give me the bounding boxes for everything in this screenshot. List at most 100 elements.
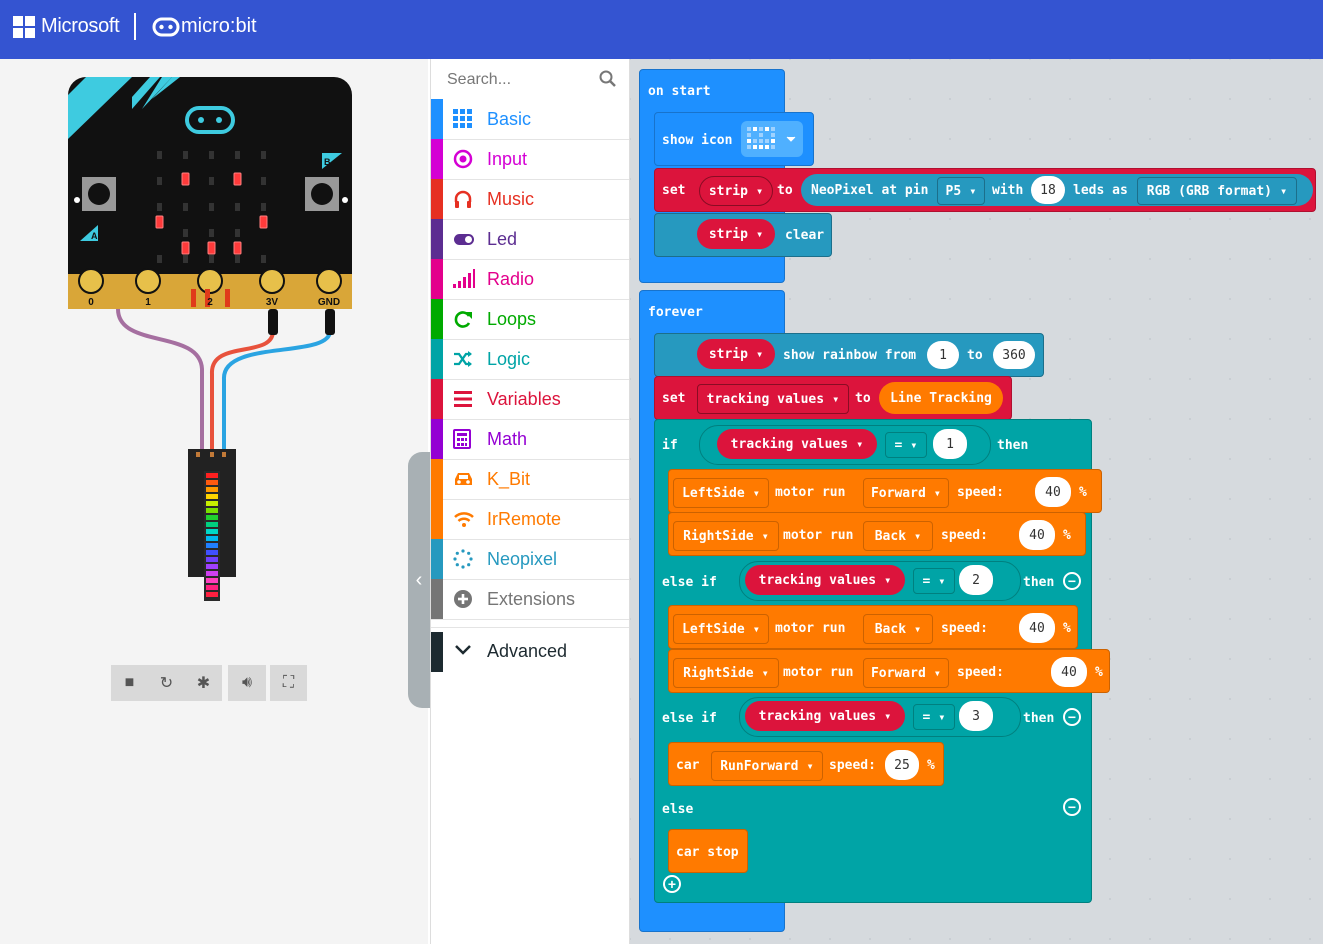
- direction-dropdown[interactable]: Back: [863, 521, 933, 551]
- speed-input[interactable]: 40: [1051, 657, 1087, 687]
- pin-dropdown[interactable]: P5: [937, 177, 985, 205]
- compare-value-input[interactable]: 2: [959, 565, 993, 595]
- motor-side-dropdown[interactable]: RightSide: [673, 521, 779, 551]
- tracking-variable[interactable]: tracking values: [717, 429, 877, 459]
- category-loops[interactable]: Loops: [431, 299, 629, 340]
- clear-label: clear: [785, 228, 825, 243]
- category-logic[interactable]: Logic: [431, 339, 629, 380]
- rainbow-to-input[interactable]: 360: [993, 341, 1035, 369]
- speed-input[interactable]: 40: [1019, 613, 1055, 643]
- neopixel-led: [206, 571, 218, 576]
- speed-input[interactable]: 40: [1019, 520, 1055, 550]
- category-variables[interactable]: Variables: [431, 379, 629, 420]
- category-radio[interactable]: Radio: [431, 259, 629, 300]
- collapse-simulator-button[interactable]: ‹: [408, 452, 430, 708]
- rainbow-from-input[interactable]: 1: [927, 341, 959, 369]
- line-tracking-block[interactable]: Line Tracking: [879, 382, 1003, 414]
- motor-run-block[interactable]: LeftSide motor run Back speed: 40 %: [668, 605, 1078, 649]
- operator-dropdown[interactable]: =: [885, 432, 927, 458]
- remove-else-button[interactable]: −: [1063, 798, 1081, 816]
- show-icon-block[interactable]: show icon: [654, 112, 814, 166]
- search-icon[interactable]: [599, 70, 617, 88]
- strip-clear-block[interactable]: strip clear: [654, 213, 832, 257]
- category-color-bar: [431, 99, 443, 139]
- direction-dropdown[interactable]: Back: [863, 614, 933, 644]
- neopixel-led: [206, 529, 218, 534]
- motor-side-dropdown[interactable]: LeftSide: [673, 614, 769, 644]
- category-label: Math: [487, 429, 528, 449]
- strip-variable-dropdown[interactable]: strip: [697, 339, 775, 369]
- icon-picker[interactable]: [741, 121, 803, 157]
- stop-button[interactable]: ■: [111, 665, 148, 701]
- strip-variable-dropdown[interactable]: strip: [697, 219, 775, 249]
- operator-dropdown[interactable]: =: [913, 568, 955, 594]
- remove-branch-button[interactable]: −: [1063, 572, 1081, 590]
- microbit-board[interactable]: A B 0 1 2 3V GND: [60, 69, 360, 609]
- category-color-bar: [431, 459, 443, 499]
- strip-variable-dropdown[interactable]: strip: [699, 176, 773, 206]
- motor-run-block[interactable]: RightSide motor run Forward speed: 40 %: [668, 649, 1110, 693]
- microsoft-brand[interactable]: Microsoft: [41, 15, 120, 38]
- car-run-block[interactable]: car RunForward speed: 25 %: [668, 742, 944, 786]
- car-stop-block[interactable]: car stop: [668, 829, 748, 873]
- microsoft-logo-icon: [13, 16, 36, 39]
- motor-run-block[interactable]: LeftSide motor run Forward speed: 40 %: [668, 469, 1102, 513]
- show-rainbow-block[interactable]: strip show rainbow from 1 to 360: [654, 333, 1044, 377]
- blocks-workspace[interactable]: on start show icon set strip to NeoPixel…: [629, 59, 1323, 944]
- remove-branch-button[interactable]: −: [1063, 708, 1081, 726]
- pin-label: 3V: [266, 297, 279, 308]
- fullscreen-button[interactable]: ⛶: [270, 665, 307, 701]
- motor-run-block[interactable]: RightSide motor run Back speed: 40 %: [668, 512, 1086, 556]
- mute-button[interactable]: 🔊︎: [228, 665, 266, 701]
- speed-label: speed:: [957, 485, 1004, 500]
- tracking-variable[interactable]: tracking values: [745, 701, 905, 731]
- restart-button[interactable]: ↻: [148, 665, 185, 701]
- advanced-category[interactable]: Advanced: [431, 627, 629, 672]
- tracking-variable-dropdown[interactable]: tracking values: [697, 384, 849, 414]
- category-extensions[interactable]: Extensions: [431, 579, 629, 620]
- compare-value-input[interactable]: 1: [933, 429, 967, 459]
- category-irremote[interactable]: IrRemote: [431, 499, 629, 540]
- category-basic[interactable]: Basic: [431, 99, 629, 140]
- category-led[interactable]: Led: [431, 219, 629, 260]
- set-strip-block[interactable]: set strip to NeoPixel at pin P5 with 18 …: [654, 168, 1316, 212]
- format-dropdown[interactable]: RGB (GRB format): [1137, 177, 1297, 205]
- operator-dropdown[interactable]: =: [913, 704, 955, 730]
- restart-icon: ↻: [159, 675, 174, 692]
- dotted-circle-icon: [453, 549, 473, 569]
- neopixel-led: [206, 522, 218, 527]
- set-tracking-block[interactable]: set tracking values to Line Tracking: [654, 376, 1012, 420]
- debug-button[interactable]: ✱: [185, 665, 222, 701]
- direction-dropdown[interactable]: Forward: [863, 478, 949, 508]
- motor-run-label: motor run: [775, 485, 846, 500]
- category-math[interactable]: Math: [431, 419, 629, 460]
- leds-as-label: leds as: [1073, 183, 1128, 198]
- category-input[interactable]: Input: [431, 139, 629, 180]
- category-neopixel[interactable]: Neopixel: [431, 539, 629, 580]
- motor-side-dropdown[interactable]: RightSide: [673, 658, 779, 688]
- direction-dropdown[interactable]: Forward: [863, 658, 949, 688]
- category-k-bit[interactable]: K_Bit: [431, 459, 629, 500]
- neopixel-led: [206, 536, 218, 541]
- add-branch-button[interactable]: +: [663, 875, 681, 893]
- category-label: Input: [487, 149, 528, 169]
- speed-input[interactable]: 40: [1035, 477, 1071, 507]
- neopixel-led: [206, 585, 218, 590]
- grid-icon: [453, 109, 473, 129]
- category-music[interactable]: Music: [431, 179, 629, 220]
- signal-bars-icon: [453, 269, 475, 289]
- category-color-bar: [431, 579, 443, 619]
- car-stop-label: car stop: [676, 845, 739, 860]
- toggle-icon: [453, 229, 474, 249]
- tracking-variable[interactable]: tracking values: [745, 565, 905, 595]
- compare-value-input[interactable]: 3: [959, 701, 993, 731]
- speed-input[interactable]: 25: [885, 750, 919, 780]
- motor-side-dropdown[interactable]: LeftSide: [673, 478, 769, 508]
- led-count-input[interactable]: 18: [1031, 176, 1065, 204]
- microbit-brand[interactable]: micro:bit: [181, 15, 257, 38]
- search-input[interactable]: [445, 67, 599, 93]
- minus-icon: −: [1067, 573, 1077, 589]
- then-label: then: [1023, 575, 1055, 590]
- category-color-bar: [431, 339, 443, 379]
- car-action-dropdown[interactable]: RunForward: [711, 751, 823, 781]
